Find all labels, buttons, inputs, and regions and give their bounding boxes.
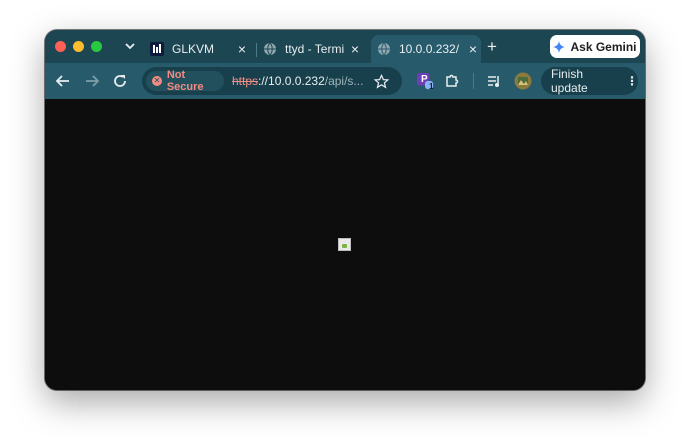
url-host: ://10.0.0.232	[258, 74, 325, 88]
finish-update-label: Finish update	[551, 67, 588, 95]
more-vert-icon[interactable]: ⋮	[626, 74, 638, 88]
browser-window: GLKVM × ttyd - Termi × 10.0.0.232/ × + A…	[45, 30, 645, 390]
url-path: /api/s...	[324, 74, 364, 88]
security-chip[interactable]: ✕ Not Secure	[146, 69, 224, 93]
close-tab-icon[interactable]: ×	[465, 41, 481, 57]
tab-glkvm[interactable]: GLKVM ×	[150, 35, 250, 63]
tab-title: ttyd - Termi	[285, 42, 345, 56]
extension-badge: 1	[429, 82, 434, 91]
close-tab-icon[interactable]: ×	[234, 41, 250, 57]
toolbar-divider	[473, 73, 474, 89]
maximize-window-button[interactable]	[91, 41, 102, 52]
reload-icon[interactable]	[111, 72, 129, 90]
tab-ttyd[interactable]: ttyd - Termi ×	[263, 35, 363, 63]
address-bar[interactable]: ✕ Not Secure https://10.0.0.232/api/s...	[142, 67, 402, 95]
new-tab-button[interactable]: +	[483, 37, 501, 56]
tab-divider	[256, 43, 257, 57]
close-tab-icon[interactable]: ×	[347, 41, 363, 57]
extensions-puzzle-icon[interactable]	[443, 72, 461, 90]
toolbar: ✕ Not Secure https://10.0.0.232/api/s...…	[45, 63, 645, 99]
broken-image-icon	[338, 238, 351, 251]
minimize-window-button[interactable]	[73, 41, 84, 52]
extension-letter: P	[421, 74, 428, 85]
glkvm-logo-icon	[150, 42, 164, 56]
not-secure-icon: ✕	[152, 76, 162, 86]
globe-icon	[377, 42, 391, 56]
finish-update-button[interactable]: Finish update ⋮	[541, 67, 638, 95]
forward-arrow-icon[interactable]	[83, 72, 101, 90]
tab-strip: GLKVM × ttyd - Termi × 10.0.0.232/ × + A…	[45, 30, 645, 63]
page-viewport	[45, 99, 645, 390]
tab-title: 10.0.0.232/	[399, 42, 460, 56]
tab-active-10-0-0-232[interactable]: 10.0.0.232/ ×	[371, 35, 481, 63]
ask-gemini-label: Ask Gemini	[570, 39, 637, 54]
globe-icon	[263, 42, 277, 56]
bookmark-star-icon[interactable]	[372, 72, 390, 90]
security-chip-label: Not Secure	[166, 69, 204, 93]
back-arrow-icon[interactable]	[54, 72, 72, 90]
tab-search-chevron-icon[interactable]	[123, 38, 137, 54]
profile-avatar-icon[interactable]	[514, 72, 532, 90]
url-scheme: https	[232, 74, 259, 88]
media-queue-icon[interactable]	[485, 72, 503, 90]
tab-title: GLKVM	[172, 42, 215, 56]
close-window-button[interactable]	[55, 41, 66, 52]
gemini-sparkle-icon	[553, 40, 566, 53]
ask-gemini-button[interactable]: Ask Gemini	[550, 35, 640, 58]
extension-p-icon[interactable]: P 1	[416, 72, 434, 91]
url-text[interactable]: https://10.0.0.232/api/s...	[232, 74, 363, 88]
